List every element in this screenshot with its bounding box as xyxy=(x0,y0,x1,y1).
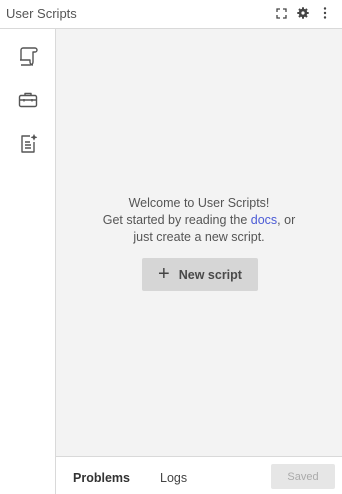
sidebar xyxy=(0,29,56,494)
welcome-message: Welcome to User Scripts! Get started by … xyxy=(56,195,342,246)
title-actions xyxy=(274,6,332,20)
tab-logs[interactable]: Logs xyxy=(160,471,187,485)
expand-icon[interactable] xyxy=(274,6,288,20)
main-panel: Welcome to User Scripts! Get started by … xyxy=(56,29,342,456)
new-script-label: New script xyxy=(178,267,242,282)
toolbox-icon xyxy=(17,89,39,116)
welcome-line-3: just create a new script. xyxy=(133,230,265,244)
scroll-icon xyxy=(17,45,39,72)
welcome-line-1: Welcome to User Scripts! xyxy=(128,196,270,210)
app-title: User Scripts xyxy=(6,6,77,21)
bottom-panel: Problems Logs Saved xyxy=(56,456,342,494)
title-bar: User Scripts xyxy=(0,0,342,29)
sidebar-item-scripts[interactable] xyxy=(14,44,42,72)
plus-icon: + xyxy=(158,262,170,285)
welcome-line-2: Get started by reading the docs, or xyxy=(56,212,342,229)
more-vertical-icon[interactable] xyxy=(318,6,332,20)
sparkle-document-icon xyxy=(17,133,39,160)
gear-icon[interactable] xyxy=(296,6,310,20)
new-script-button[interactable]: + New script xyxy=(142,258,258,291)
saved-button: Saved xyxy=(271,464,335,489)
welcome-line-2-suffix: , or xyxy=(277,213,296,227)
tab-problems[interactable]: Problems xyxy=(73,471,130,485)
sidebar-item-ai-document[interactable] xyxy=(14,132,42,160)
docs-link[interactable]: docs xyxy=(251,213,277,227)
welcome-line-2-prefix: Get started by reading the xyxy=(102,213,251,227)
sidebar-item-toolbox[interactable] xyxy=(14,88,42,116)
